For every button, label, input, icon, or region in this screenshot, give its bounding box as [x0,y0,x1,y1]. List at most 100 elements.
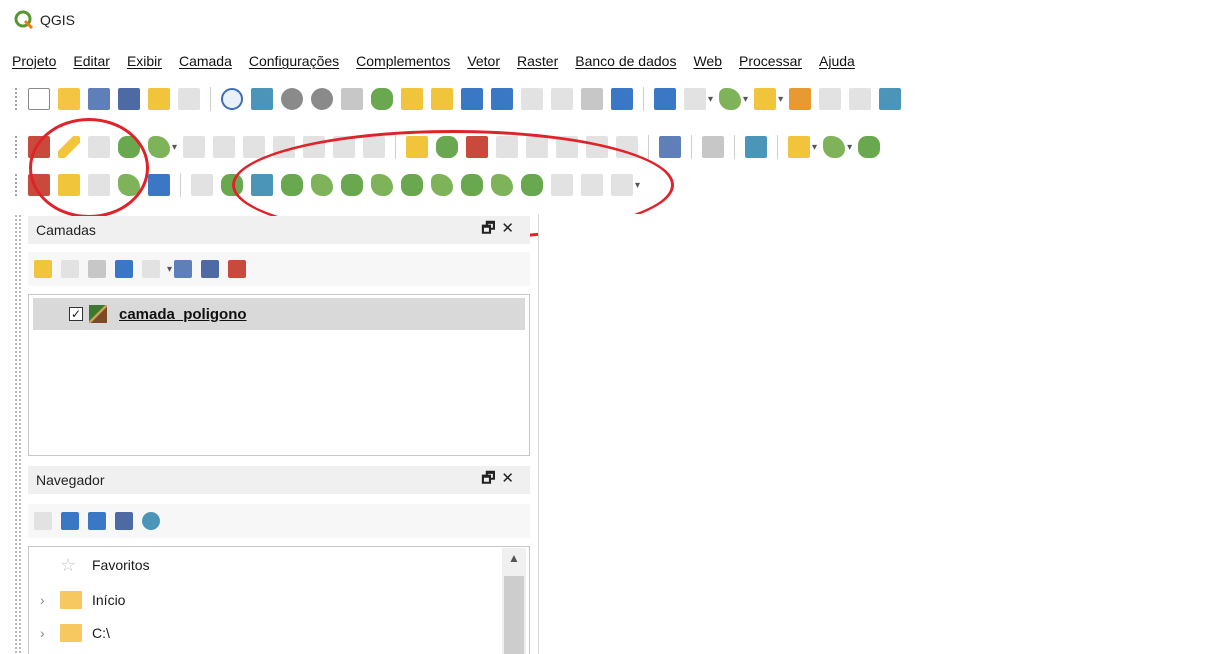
open-project-icon[interactable] [58,88,80,110]
zoom-native-icon[interactable] [341,88,363,110]
offset-curve-icon[interactable] [401,174,423,196]
add-part-icon[interactable] [251,174,273,196]
zoom-next-icon[interactable] [491,88,513,110]
advanced-digitizing-icon[interactable] [191,174,213,196]
browser-scrollbar[interactable]: ▲ [502,548,526,654]
reshape-features-icon[interactable] [371,174,393,196]
menu-configuracoes[interactable]: Configurações [249,53,339,69]
database-icon[interactable] [659,136,682,158]
menu-banco-de-dados[interactable]: Banco de dados [575,53,676,69]
zoom-in-icon[interactable] [281,88,303,110]
dropdown-arrow-icon[interactable]: ▾ [778,94,783,105]
deselect-icon[interactable] [789,88,812,110]
rotate-point-symbols-icon[interactable] [581,174,603,196]
identify-icon[interactable] [654,88,676,110]
dropdown-arrow-icon[interactable]: ▾ [847,142,852,153]
split-parts-icon[interactable] [491,174,513,196]
pan-icon[interactable] [221,88,243,110]
toolbar-grip[interactable] [14,173,18,197]
callout-tool-icon[interactable] [616,136,639,158]
current-edits-icon[interactable] [28,136,50,158]
select-location-icon[interactable] [823,136,846,158]
manage-visibility-icon[interactable] [88,260,106,278]
diagram-tool-icon[interactable] [586,136,609,158]
cut-features-icon[interactable] [243,136,266,158]
paste-features-icon[interactable] [303,136,326,158]
delete-part-icon[interactable] [341,174,363,196]
toggle-editing-pencil-icon[interactable] [58,136,80,158]
redo-icon[interactable] [363,136,386,158]
layer-visibility-checkbox[interactable]: ✓ [69,307,83,321]
scroll-up-arrow-icon[interactable]: ▲ [502,548,526,568]
dropdown-arrow-icon[interactable]: ▾ [172,142,177,153]
zoom-to-layer-icon[interactable] [431,88,453,110]
properties-info-icon[interactable] [142,512,160,530]
add-ring-icon[interactable] [221,174,243,196]
python-console-icon[interactable] [745,136,768,158]
menu-complementos[interactable]: Complementos [356,53,450,69]
menu-camada[interactable]: Camada [179,53,232,69]
statistics-icon[interactable] [849,88,872,110]
layer-styling-icon[interactable] [34,260,52,278]
remove-layer-icon[interactable] [228,260,247,278]
dropdown-arrow-icon[interactable]: ▾ [708,94,713,105]
zoom-out-icon[interactable] [311,88,333,110]
save-project-icon[interactable] [88,88,110,110]
add-selected-layers-icon[interactable] [34,512,52,530]
merge-features-icon[interactable] [521,174,543,196]
zoom-full-icon[interactable] [371,88,393,110]
menu-raster[interactable]: Raster [517,53,558,69]
close-panel-icon[interactable]: ✕ [501,220,520,237]
filter-browser-icon[interactable] [88,512,106,530]
float-panel-icon[interactable]: 🗗 [481,470,501,487]
scroll-thumb[interactable] [504,576,524,654]
browser-item-favoritos[interactable]: ☆ Favoritos [40,552,150,578]
layout-manager-icon[interactable] [178,88,200,110]
pin-labels-icon[interactable] [436,136,459,158]
zoom-last-icon[interactable] [461,88,483,110]
refresh-icon[interactable] [61,512,79,530]
dock-grip[interactable] [14,214,22,654]
georeferencer-icon[interactable] [788,136,811,158]
show-hide-labels-icon[interactable] [466,136,489,158]
new-shapefile-icon[interactable] [58,174,80,196]
filter-legend-icon[interactable] [115,260,133,278]
dropdown-arrow-icon[interactable]: ▾ [743,94,748,105]
collapse-all-icon[interactable] [201,260,220,278]
new-spatialite-icon[interactable] [148,174,170,196]
move-label-icon[interactable] [496,136,519,158]
menu-vetor[interactable]: Vetor [467,53,500,69]
menu-processar[interactable]: Processar [739,53,802,69]
select-by-value-icon[interactable] [754,88,777,110]
fill-ring-icon[interactable] [281,174,303,196]
bookmarks-icon[interactable] [581,88,603,110]
layer-row[interactable]: ✓ camada_poligono [33,298,525,330]
filter-expression-icon[interactable] [142,260,160,278]
dropdown-arrow-icon[interactable]: ▾ [812,142,817,153]
attribute-table-icon[interactable] [819,88,842,110]
refresh-icon[interactable] [611,88,633,110]
menu-web[interactable]: Web [693,53,722,69]
toolbar-grip[interactable] [14,135,18,159]
vertex-tool-icon[interactable] [148,136,170,158]
add-feature-icon[interactable] [118,136,140,158]
select-features-icon[interactable] [719,88,742,110]
menu-exibir[interactable]: Exibir [127,53,162,69]
save-edits-icon[interactable] [88,136,110,158]
menu-editar[interactable]: Editar [73,53,110,69]
new-3d-view-icon[interactable] [551,88,573,110]
move-feature-icon[interactable] [183,136,206,158]
delete-ring-icon[interactable] [311,174,333,196]
save-as-icon[interactable] [118,88,140,110]
dropdown-arrow-icon[interactable]: ▾ [635,180,640,191]
geoprocessing-icon[interactable] [858,136,881,158]
chevron-right-icon[interactable]: › [40,625,60,641]
menu-projeto[interactable]: Projeto [12,53,56,69]
rotate-feature-icon[interactable] [611,174,633,196]
dropdown-arrow-icon[interactable]: ▾ [167,264,172,275]
float-panel-icon[interactable]: 🗗 [481,220,501,237]
expand-all-icon[interactable] [174,260,193,278]
delete-selected-icon[interactable] [213,136,236,158]
pan-to-selection-icon[interactable] [251,88,273,110]
new-map-view-icon[interactable] [521,88,543,110]
